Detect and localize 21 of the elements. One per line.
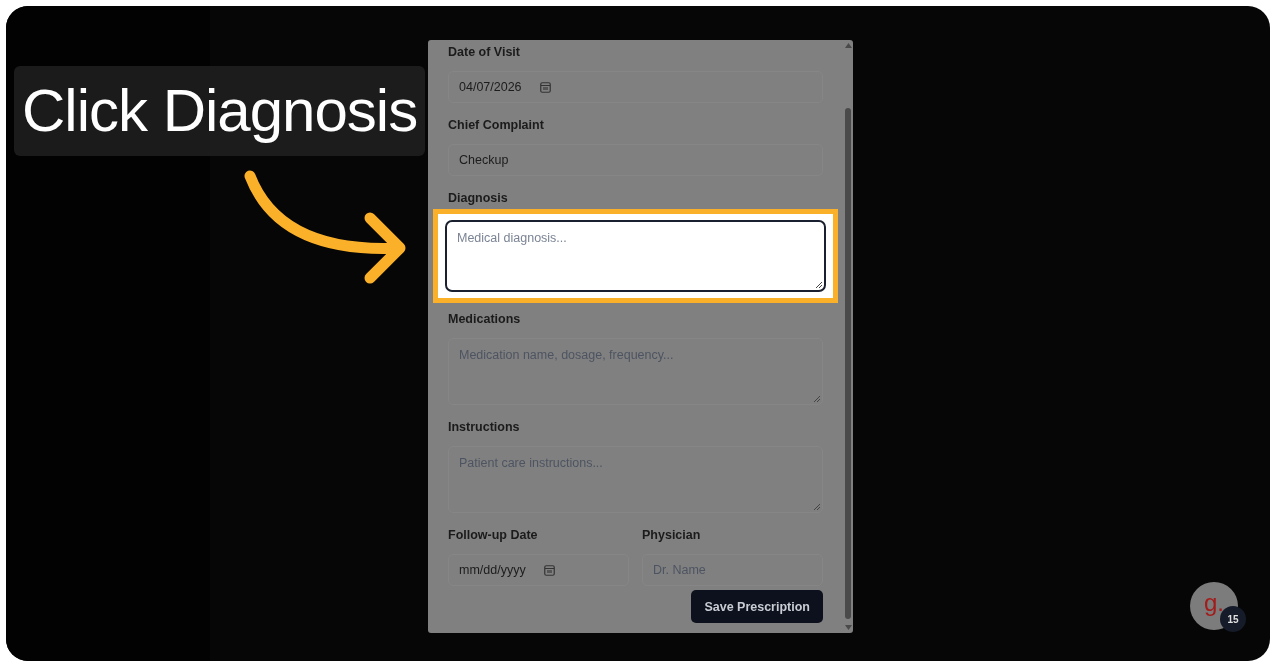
field-label: Diagnosis xyxy=(448,190,509,207)
callout-label: Click Diagnosis xyxy=(14,66,426,156)
text-field[interactable]: Checkup xyxy=(448,144,823,176)
calendar-icon[interactable] xyxy=(543,564,555,576)
resize-grip-icon[interactable] xyxy=(816,282,822,288)
field-label: Instructions xyxy=(448,419,521,436)
scroll-up-icon[interactable] xyxy=(844,43,852,48)
field-label: Chief Complaint xyxy=(448,117,545,134)
save-button[interactable]: Save Prescription xyxy=(691,590,823,623)
field-label: Physician xyxy=(642,527,702,544)
date-field[interactable]: mm/dd/yyyy xyxy=(448,554,629,586)
date-field[interactable]: 04/07/2026 xyxy=(448,71,823,103)
scroll-down-icon[interactable] xyxy=(844,625,852,630)
field-label: Follow-up Date xyxy=(448,527,539,544)
textarea-field[interactable]: Medical diagnosis... xyxy=(445,220,826,292)
resize-grip-icon[interactable] xyxy=(814,396,820,402)
scrollbar-thumb[interactable] xyxy=(845,108,851,619)
field-label: Date of Visit xyxy=(448,44,521,61)
field-label: Medications xyxy=(448,311,522,328)
resize-grip-icon[interactable] xyxy=(814,504,820,510)
calendar-icon[interactable] xyxy=(539,81,551,93)
